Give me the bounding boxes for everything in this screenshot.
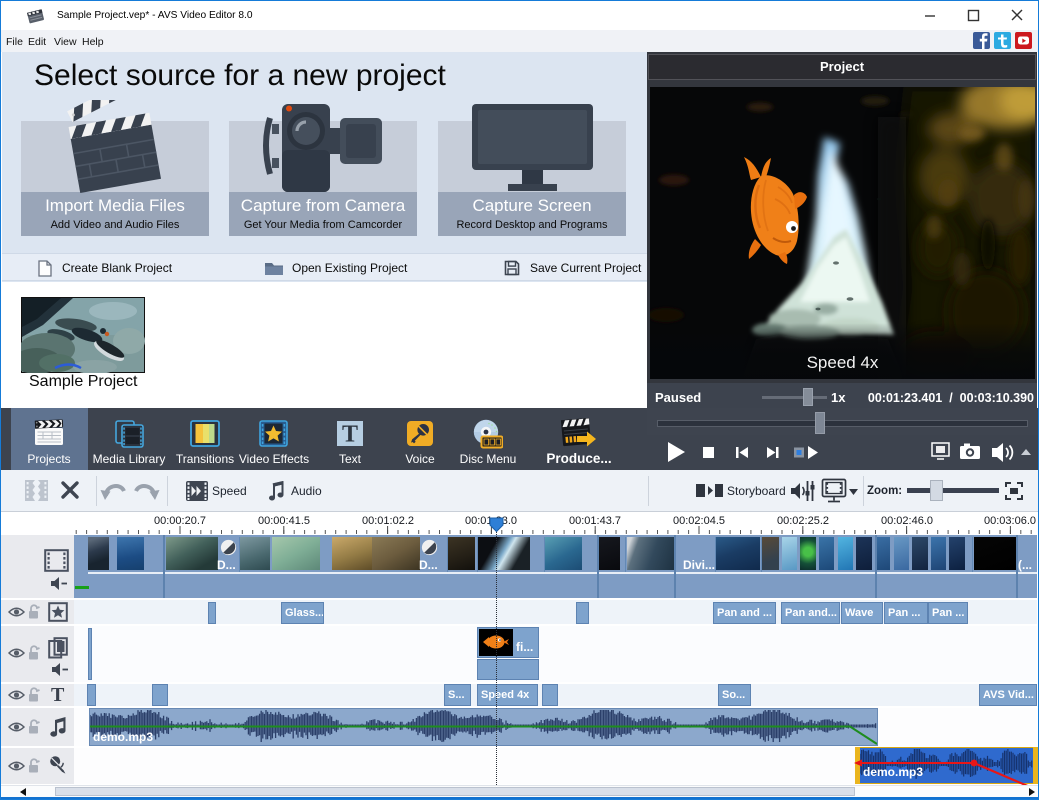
svg-text:T: T bbox=[342, 422, 358, 448]
